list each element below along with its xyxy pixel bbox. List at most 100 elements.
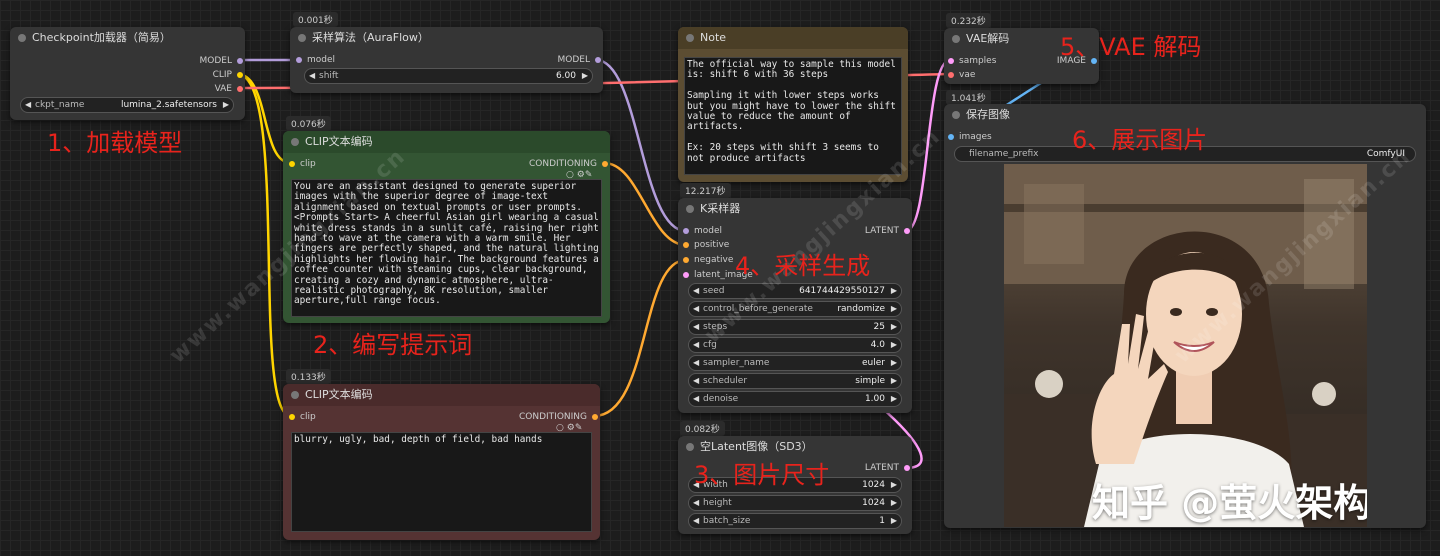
note-textarea[interactable]: The official way to sample this model is… (684, 57, 902, 175)
input-images[interactable]: images (948, 131, 992, 143)
pin-icon[interactable]: ✎ (585, 170, 593, 180)
input-negative[interactable]: negative (683, 254, 733, 266)
circle-icon[interactable]: ○ (566, 170, 574, 180)
port-dot-icon[interactable] (948, 134, 954, 140)
port-dot-icon[interactable] (948, 72, 954, 78)
widget-value: 1024 (862, 498, 885, 508)
node-header[interactable]: 采样算法（AuraFlow） (290, 27, 603, 49)
node-header[interactable]: CLIP文本编码 (283, 384, 600, 406)
port-dot-icon[interactable] (683, 228, 689, 234)
arrow-right-icon[interactable]: ▶ (891, 374, 897, 388)
arrow-right-icon[interactable]: ▶ (891, 338, 897, 352)
port-dot-icon[interactable] (595, 57, 601, 63)
collapse-dot-icon[interactable] (686, 443, 694, 451)
annotation-show-image: 6、展示图片 (1072, 126, 1208, 154)
port-dot-icon[interactable] (602, 161, 608, 167)
input-vae[interactable]: vae (948, 69, 975, 81)
arrow-left-icon[interactable]: ◀ (693, 356, 699, 370)
denoise-widget[interactable]: ◀ denoise 1.00 ▶ (688, 391, 902, 407)
circle-icon[interactable]: ○ (556, 423, 564, 433)
node-header[interactable]: Note (678, 27, 908, 49)
output-clip[interactable]: CLIP (213, 69, 243, 81)
input-clip[interactable]: clip (289, 411, 316, 423)
arrow-left-icon[interactable]: ◀ (309, 69, 315, 83)
output-conditioning[interactable]: CONDITIONING (529, 158, 608, 170)
widget-label: batch_size (703, 516, 751, 526)
collapse-dot-icon[interactable] (952, 35, 960, 43)
collapse-dot-icon[interactable] (686, 205, 694, 213)
arrow-left-icon[interactable]: ◀ (693, 320, 699, 334)
arrow-right-icon[interactable]: ▶ (223, 98, 229, 112)
output-model[interactable]: MODEL (200, 55, 243, 67)
clip-text-encode-negative-node[interactable]: CLIP文本编码 clip CONDITIONING blurry, ugly,… (283, 384, 600, 540)
arrow-left-icon[interactable]: ◀ (693, 496, 699, 510)
port-dot-icon[interactable] (904, 465, 910, 471)
sampling-auraflow-node[interactable]: 采样算法（AuraFlow） model MODEL ◀ shift 6.00 … (290, 27, 603, 93)
input-samples[interactable]: samples (948, 55, 996, 67)
node-header[interactable]: CLIP文本编码 (283, 131, 610, 153)
collapse-dot-icon[interactable] (298, 34, 306, 42)
sampler-name-widget[interactable]: ◀ sampler_name euler ▶ (688, 355, 902, 371)
checkpoint-loader-node[interactable]: Checkpoint加载器（简易） MODEL CLIP VAE ◀ ckpt_… (10, 27, 245, 120)
input-model[interactable]: model (296, 54, 335, 66)
negative-prompt-textarea[interactable]: blurry, ugly, bad, depth of field, bad h… (291, 432, 592, 532)
widget-label: seed (703, 286, 725, 296)
pin-icon[interactable]: ✎ (575, 423, 583, 433)
collapse-dot-icon[interactable] (291, 391, 299, 399)
input-model[interactable]: model (683, 225, 722, 237)
port-dot-icon[interactable] (289, 161, 295, 167)
scheduler-widget[interactable]: ◀ scheduler simple ▶ (688, 373, 902, 389)
port-dot-icon[interactable] (948, 58, 954, 64)
port-dot-icon[interactable] (237, 86, 243, 92)
collapse-dot-icon[interactable] (18, 34, 26, 42)
port-dot-icon[interactable] (237, 72, 243, 78)
port-dot-icon[interactable] (592, 414, 598, 420)
input-positive[interactable]: positive (683, 239, 729, 251)
port-dot-icon[interactable] (904, 228, 910, 234)
exec-timer: 0.133秒 (286, 369, 331, 384)
port-dot-icon[interactable] (296, 57, 302, 63)
arrow-right-icon[interactable]: ▶ (891, 496, 897, 510)
arrow-left-icon[interactable]: ◀ (25, 98, 31, 112)
arrow-left-icon[interactable]: ◀ (693, 338, 699, 352)
shift-slider[interactable]: ◀ shift 6.00 ▶ (304, 68, 593, 84)
widget-label: sampler_name (703, 358, 770, 368)
arrow-right-icon[interactable]: ▶ (891, 478, 897, 492)
port-dot-icon[interactable] (683, 257, 689, 263)
output-latent[interactable]: LATENT (865, 462, 910, 474)
collapse-dot-icon[interactable] (952, 111, 960, 119)
arrow-right-icon[interactable]: ▶ (891, 320, 897, 334)
output-model[interactable]: MODEL (558, 54, 601, 66)
ckpt-name-combo[interactable]: ◀ ckpt_name lumina_2.safetensors ▶ (20, 97, 234, 113)
port-dot-icon[interactable] (289, 414, 295, 420)
arrow-right-icon[interactable]: ▶ (891, 392, 897, 406)
arrow-right-icon[interactable]: ▶ (891, 356, 897, 370)
port-label: clip (300, 412, 316, 422)
gear-icon[interactable]: ⚙ (577, 170, 585, 180)
arrow-right-icon[interactable]: ▶ (891, 302, 897, 316)
port-dot-icon[interactable] (683, 272, 689, 278)
arrow-left-icon[interactable]: ◀ (693, 374, 699, 388)
collapse-dot-icon[interactable] (291, 138, 299, 146)
arrow-left-icon[interactable]: ◀ (693, 392, 699, 406)
arrow-right-icon[interactable]: ▶ (891, 284, 897, 298)
arrow-left-icon[interactable]: ◀ (693, 302, 699, 316)
note-node[interactable]: Note The official way to sample this mod… (678, 27, 908, 182)
port-dot-icon[interactable] (683, 242, 689, 248)
arrow-left-icon[interactable]: ◀ (693, 514, 699, 528)
gear-icon[interactable]: ⚙ (567, 423, 575, 433)
arrow-right-icon[interactable]: ▶ (582, 69, 588, 83)
node-header[interactable]: Checkpoint加载器（简易） (10, 27, 245, 49)
collapse-dot-icon[interactable] (686, 34, 694, 42)
arrow-right-icon[interactable]: ▶ (891, 514, 897, 528)
output-vae[interactable]: VAE (215, 83, 243, 95)
input-clip[interactable]: clip (289, 158, 316, 170)
output-latent[interactable]: LATENT (865, 225, 910, 237)
seed-widget[interactable]: ◀ seed 641744429550127 ▶ (688, 283, 902, 299)
height-widget[interactable]: ◀ height 1024 ▶ (688, 495, 902, 511)
ksampler-node[interactable]: K采样器 model positive negative latent_imag… (678, 198, 912, 413)
batch-size-widget[interactable]: ◀ batch_size 1 ▶ (688, 513, 902, 529)
output-conditioning[interactable]: CONDITIONING (519, 411, 598, 423)
port-dot-icon[interactable] (237, 58, 243, 64)
arrow-left-icon[interactable]: ◀ (693, 284, 699, 298)
